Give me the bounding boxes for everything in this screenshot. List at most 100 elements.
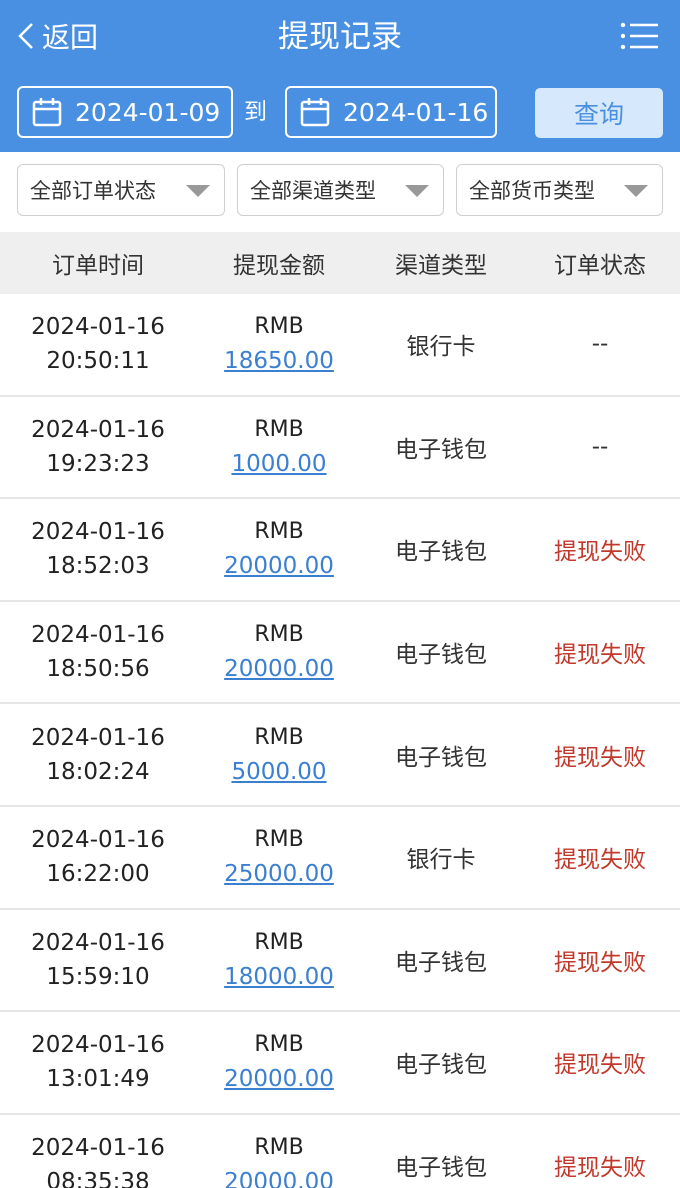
start-date-value: 2024-01-09: [75, 97, 221, 127]
currency-label: RMB: [254, 1135, 304, 1161]
order-date: 2024-01-16: [31, 1135, 165, 1162]
amount-cell: RMB 1000.00: [196, 413, 362, 481]
order-time-cell: 2024-01-16 16:22:00: [0, 823, 196, 891]
order-date: 2024-01-16: [31, 827, 165, 854]
order-time-cell: 2024-01-16 19:23:23: [0, 413, 196, 481]
amount-link[interactable]: 20000.00: [224, 549, 334, 583]
caret-down-icon: [186, 185, 210, 197]
status-cell: 提现失败: [554, 847, 646, 874]
order-time: 08:35:38: [46, 1169, 150, 1188]
order-time-cell: 2024-01-16 20:50:11: [0, 310, 196, 378]
header-order-time: 订单时间: [52, 253, 144, 279]
header-status: 订单状态: [554, 253, 646, 279]
end-date-picker[interactable]: 2024-01-16: [285, 86, 497, 138]
status-cell: 提现失败: [554, 744, 646, 771]
currency-type-select[interactable]: 全部货币类型: [456, 164, 663, 216]
order-date: 2024-01-16: [31, 1032, 165, 1059]
channel-cell: 电子钱包: [395, 1052, 487, 1079]
channel-cell: 电子钱包: [395, 539, 487, 566]
order-time: 18:02:24: [46, 758, 150, 785]
currency-label: RMB: [254, 724, 304, 750]
currency-label: RMB: [254, 827, 304, 853]
amount-link[interactable]: 18650.00: [224, 344, 334, 378]
amount-cell: RMB 25000.00: [196, 823, 362, 891]
date-filter-bar: 2024-01-09 到 2024-01-16 查询: [0, 74, 680, 152]
channel-type-value: 全部渠道类型: [250, 179, 376, 203]
amount-cell: RMB 20000.00: [196, 1028, 362, 1096]
channel-cell: 电子钱包: [395, 744, 487, 771]
order-date: 2024-01-16: [31, 314, 165, 341]
table-row[interactable]: 2024-01-16 13:01:49 RMB 20000.00 电子钱包 提现失败: [0, 1012, 680, 1115]
order-time-cell: 2024-01-16 08:35:38: [0, 1131, 196, 1188]
withdrawal-list: 2024-01-16 20:50:11 RMB 18650.00 银行卡 -- 2024-0…: [0, 294, 680, 1188]
end-date-value: 2024-01-16: [343, 97, 489, 127]
status-cell: 提现失败: [554, 1052, 646, 1079]
table-row[interactable]: 2024-01-16 08:35:38 RMB 20000.00 电子钱包 提现失败: [0, 1114, 680, 1188]
amount-link[interactable]: 5000.00: [231, 755, 326, 789]
header-channel: 渠道类型: [395, 253, 487, 279]
order-date: 2024-01-16: [31, 929, 165, 956]
order-date: 2024-01-16: [31, 622, 165, 649]
order-time: 19:23:23: [46, 450, 150, 477]
caret-down-icon: [405, 185, 429, 197]
currency-label: RMB: [254, 1032, 304, 1058]
amount-link[interactable]: 25000.00: [224, 857, 334, 891]
channel-cell: 银行卡: [406, 847, 476, 874]
table-row[interactable]: 2024-01-16 18:02:24 RMB 5000.00 电子钱包 提现失败: [0, 704, 680, 807]
order-time: 18:50:56: [46, 656, 150, 683]
chevron-left-icon: [18, 23, 33, 49]
amount-link[interactable]: 20000.00: [224, 652, 334, 686]
amount-link[interactable]: 20000.00: [224, 1062, 334, 1096]
amount-link[interactable]: 1000.00: [231, 447, 326, 481]
back-button[interactable]: 返回: [14, 14, 98, 58]
back-label: 返回: [42, 21, 99, 54]
amount-cell: RMB 20000.00: [196, 618, 362, 686]
amount-cell: RMB 20000.00: [196, 515, 362, 583]
page-title: 提现记录: [278, 19, 402, 55]
table-row[interactable]: 2024-01-16 16:22:00 RMB 25000.00 银行卡 提现失败: [0, 806, 680, 910]
filter-bar: 全部订单状态 全部渠道类型 全部货币类型: [0, 152, 680, 232]
currency-type-value: 全部货币类型: [469, 179, 595, 203]
amount-link[interactable]: 20000.00: [224, 1165, 334, 1188]
currency-label: RMB: [254, 519, 304, 545]
menu-icon[interactable]: [620, 20, 660, 52]
currency-label: RMB: [254, 929, 304, 955]
status-cell: 提现失败: [554, 1155, 646, 1182]
amount-link[interactable]: 18000.00: [224, 960, 334, 994]
table-row[interactable]: 2024-01-16 19:23:23 RMB 1000.00 电子钱包 --: [0, 396, 680, 500]
calendar-icon: [300, 98, 330, 127]
order-time: 20:50:11: [46, 348, 150, 375]
table-row[interactable]: 2024-01-16 20:50:11 RMB 18650.00 银行卡 --: [0, 294, 680, 397]
status-cell: 提现失败: [554, 642, 646, 669]
order-status-select[interactable]: 全部订单状态: [17, 164, 225, 216]
channel-type-select[interactable]: 全部渠道类型: [237, 164, 444, 216]
app-header: 返回 提现记录: [0, 0, 680, 74]
order-time-cell: 2024-01-16 18:52:03: [0, 515, 196, 583]
channel-cell: 电子钱包: [395, 1155, 487, 1182]
order-time: 18:52:03: [46, 553, 150, 580]
table-row[interactable]: 2024-01-16 18:52:03 RMB 20000.00 电子钱包 提现失败: [0, 499, 680, 602]
query-button[interactable]: 查询: [535, 88, 663, 138]
status-cell: 提现失败: [554, 539, 646, 566]
channel-cell: 电子钱包: [395, 949, 487, 976]
caret-down-icon: [624, 185, 648, 197]
date-range-separator: 到: [244, 99, 267, 125]
order-date: 2024-01-16: [31, 519, 165, 546]
order-time: 16:22:00: [46, 861, 150, 888]
table-row[interactable]: 2024-01-16 15:59:10 RMB 18000.00 电子钱包 提现失败: [0, 909, 680, 1013]
amount-cell: RMB 18000.00: [196, 926, 362, 994]
order-status-value: 全部订单状态: [30, 179, 156, 203]
start-date-picker[interactable]: 2024-01-09: [17, 86, 233, 138]
calendar-icon: [32, 98, 62, 127]
channel-cell: 电子钱包: [395, 642, 487, 669]
order-time-cell: 2024-01-16 15:59:10: [0, 926, 196, 994]
currency-label: RMB: [254, 416, 304, 442]
status-cell: 提现失败: [554, 949, 646, 976]
table-header: 订单时间 提现金额 渠道类型 订单状态: [0, 232, 680, 294]
header-amount: 提现金额: [233, 253, 325, 279]
order-date: 2024-01-16: [31, 416, 165, 443]
table-row[interactable]: 2024-01-16 18:50:56 RMB 20000.00 电子钱包 提现失败: [0, 601, 680, 705]
channel-cell: 电子钱包: [395, 436, 487, 463]
order-time-cell: 2024-01-16 18:50:56: [0, 618, 196, 686]
status-cell: --: [591, 331, 609, 358]
